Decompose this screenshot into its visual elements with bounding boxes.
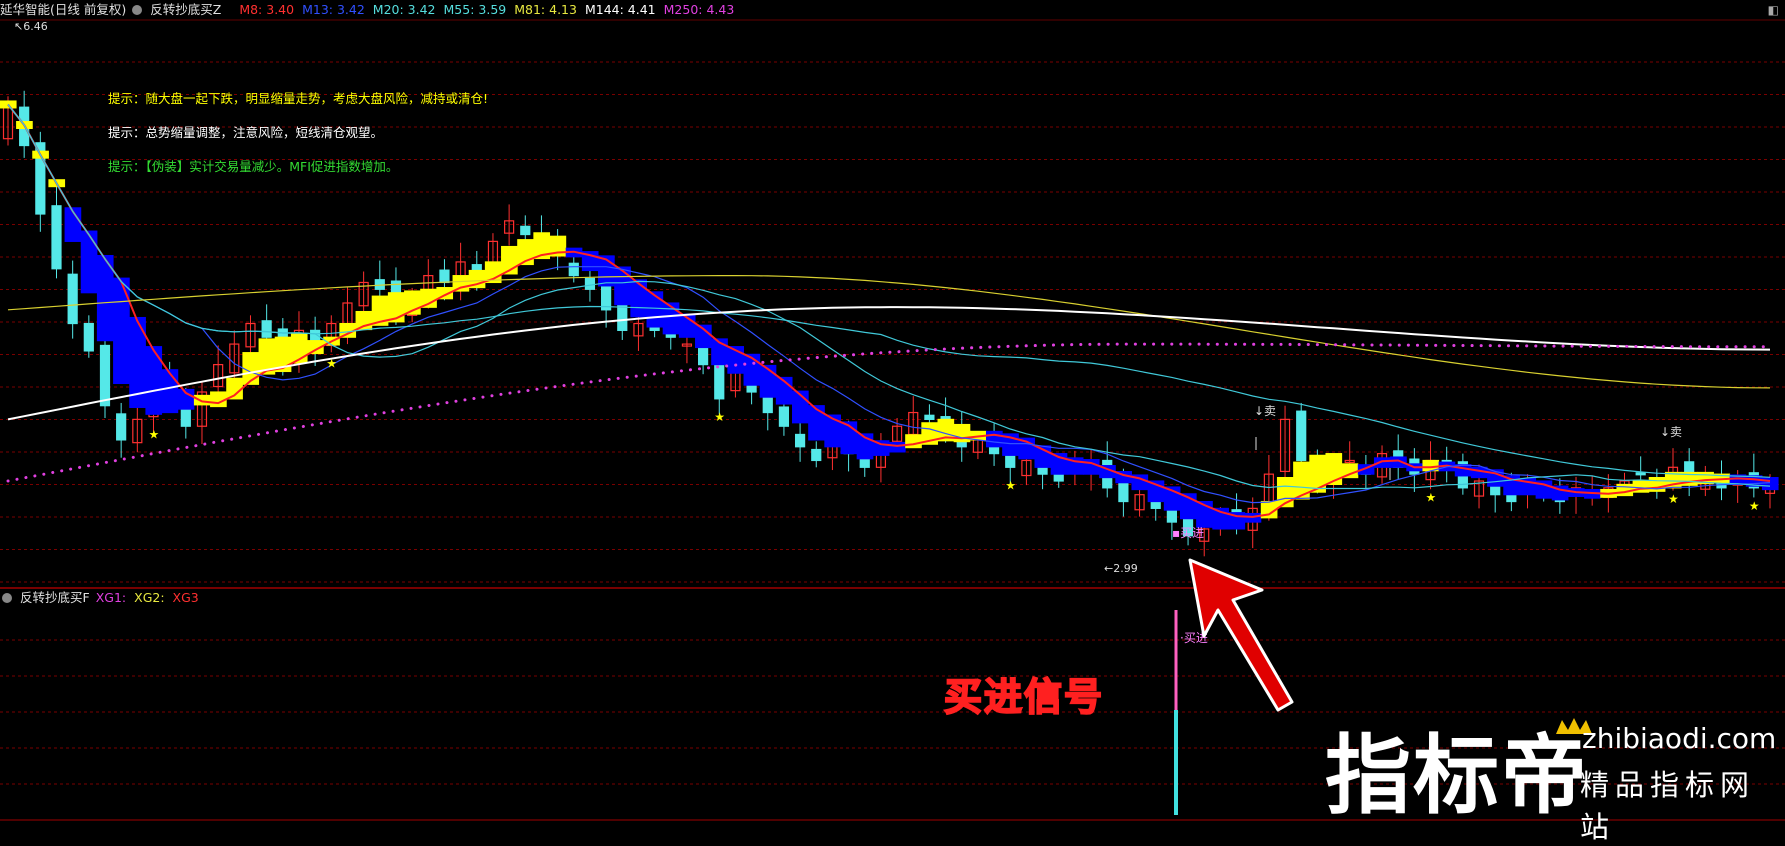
star-marker: ★ <box>148 428 159 442</box>
band-segment <box>1648 477 1666 492</box>
band-segment <box>953 423 971 443</box>
band-segment <box>420 288 437 308</box>
candle-body <box>116 413 127 441</box>
ma-value-6: M250: 4.43 <box>663 2 735 17</box>
candle-body <box>520 225 531 236</box>
candle-body <box>617 301 628 331</box>
tip-line-2: 提示：【伪装】实计交易量减少。MFI促进指数增加。 <box>108 159 399 174</box>
band-segment <box>113 277 130 385</box>
watermark-url: zhibiaodi.com <box>1582 722 1777 755</box>
band-segment <box>889 441 906 453</box>
star-marker: ★ <box>1296 471 1307 485</box>
buy-marker-label: ▪买进 <box>1172 526 1204 540</box>
candle-body <box>261 320 272 338</box>
band-segment <box>1082 459 1100 475</box>
band-segment <box>1309 454 1326 493</box>
candle-body <box>439 269 450 284</box>
corner-icon[interactable]: ◧ <box>1768 3 1779 17</box>
ma-value-3: M55: 3.59 <box>443 2 507 17</box>
candle-body <box>1296 410 1307 462</box>
band-segment <box>145 346 163 415</box>
tip-line-1: 提示：总势缩量调整，注意风险，短线清仓观望。 <box>108 125 384 140</box>
sub-value-1: XG2: <box>134 590 165 605</box>
candle-body <box>83 322 94 352</box>
main-chart-header: 延华智能(日线 前复权) 反转抄底买Z M8: 3.40 M13: 3.42 M20: … <box>0 0 750 20</box>
sell-marker-label-2: ↓卖 <box>1660 425 1682 439</box>
band-segment <box>1503 475 1520 496</box>
candle-body <box>99 344 111 407</box>
ma-values: M8: 3.40 M13: 3.42 M20: 3.42 M55: 3.59 M81: … <box>229 2 742 17</box>
sub-value-2: XG3 <box>172 590 199 605</box>
ma-value-0: M8: 3.40 <box>239 2 295 17</box>
candle-body <box>67 273 78 325</box>
star-marker: ★ <box>714 410 725 424</box>
star-marker: ★ <box>1426 491 1437 505</box>
band-segment <box>80 230 98 294</box>
sub-indicator-name: 反转抄底买F <box>20 590 90 605</box>
band-segment <box>193 394 211 406</box>
candle-body <box>811 448 822 462</box>
candle-body <box>568 262 579 277</box>
ma-value-2: M20: 3.42 <box>372 2 436 17</box>
band-segment <box>905 434 922 449</box>
tip-line-0: 提示：随大盘一起下跌，明显缩量走势，考虑大盘风险，减持或清仓! <box>108 91 489 106</box>
candle-body <box>778 406 790 427</box>
band-segment <box>614 266 631 306</box>
band-segment <box>1761 477 1779 491</box>
indicator-menu-icon[interactable] <box>132 5 143 15</box>
sub-indicator-values: XG1: XG2: XG3 <box>96 590 207 605</box>
band-segment <box>161 369 179 414</box>
watermark-slogan: 精品指标网站 <box>1580 768 1756 844</box>
band-segment <box>452 275 470 292</box>
band-segment <box>646 291 664 328</box>
sub-value-0: XG1: <box>95 590 127 605</box>
candle-body <box>924 414 935 420</box>
star-marker: ★ <box>326 356 337 370</box>
star-marker: ★ <box>1749 499 1760 513</box>
band-segment <box>355 310 373 331</box>
sell-marker-label: ↓卖 <box>1254 404 1276 418</box>
candle-body <box>584 277 596 290</box>
candle-body <box>51 205 62 270</box>
star-marker: ★ <box>1668 492 1679 506</box>
ma-value-5: M144: 4.41 <box>584 2 656 17</box>
ma-value-4: M81: 4.13 <box>514 2 577 17</box>
sub-indicator-menu-icon[interactable] <box>2 593 12 603</box>
sub-chart-header: 反转抄底买F XG1: XG2: XG3 <box>0 588 215 608</box>
candle-body <box>859 458 870 468</box>
candle-body <box>714 361 725 400</box>
candle-body <box>1118 481 1129 503</box>
low-price-label: ←2.99 <box>1104 562 1138 575</box>
star-marker: ★ <box>1005 478 1016 492</box>
high-price-label: ↖6.46 <box>14 20 48 33</box>
candle-body <box>794 433 806 448</box>
band-segment <box>808 405 825 441</box>
buy-signal-caption: 买进信号 <box>943 674 1105 720</box>
candle-body <box>698 346 709 366</box>
stock-title: 延华智能(日线 前复权) <box>0 2 127 17</box>
indicator-name: 反转抄底买Z <box>150 2 222 17</box>
band-segment <box>985 430 1003 448</box>
ma-value-1: M13: 3.42 <box>302 2 365 17</box>
star-marker: ★ <box>245 358 256 372</box>
candle-body <box>1635 472 1646 476</box>
buy-signal-arrow <box>1188 558 1294 712</box>
band-segment <box>630 279 648 318</box>
watermark-logo: 指标帝 <box>1325 726 1589 826</box>
